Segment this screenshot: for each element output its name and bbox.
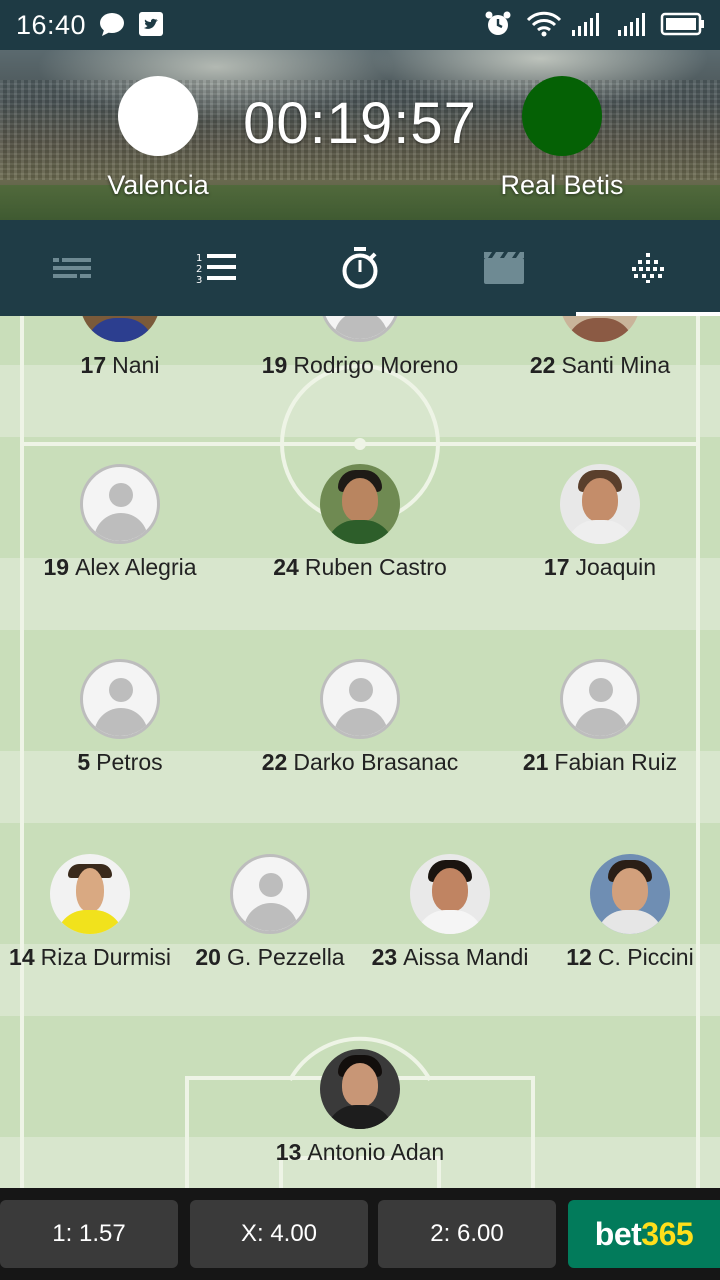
chat-bubble-icon: [100, 13, 124, 36]
player-card[interactable]: 22 Darko Brasanac: [240, 659, 480, 776]
stopwatch-icon: [342, 247, 378, 289]
svg-text:1: 1: [196, 253, 202, 264]
player-card[interactable]: 19 Alex Alegria: [0, 464, 240, 581]
svg-text:2: 2: [196, 264, 202, 275]
numbered-list-icon: 1 2 3: [196, 253, 236, 285]
player-photo: [410, 854, 490, 934]
status-bar: 16:40: [0, 0, 720, 50]
odds-home-button[interactable]: 1: 1.57: [0, 1200, 178, 1268]
player-card[interactable]: 12 C. Piccini: [510, 854, 720, 971]
player-card[interactable]: 17 Joaquin: [480, 464, 720, 581]
match-clock: 00:19:57: [243, 91, 477, 156]
status-time: 16:40: [16, 10, 87, 40]
away-team-name: Real Betis: [500, 170, 624, 200]
player-label: 19 Alex Alegria: [43, 554, 197, 580]
player-photo: [320, 464, 400, 544]
player-label: 17 Nani: [80, 352, 160, 378]
match-header: Valencia 00:19:57 Real Betis: [0, 50, 720, 220]
player-placeholder-avatar: [560, 659, 640, 739]
player-photo: [320, 1049, 400, 1129]
player-card[interactable]: 17 Nani: [0, 316, 240, 379]
battery-icon: [660, 12, 704, 36]
odds-away-button[interactable]: 2: 6.00: [378, 1200, 556, 1268]
player-photo: [560, 316, 640, 342]
player-label: 24 Ruben Castro: [273, 554, 447, 580]
svg-text:3: 3: [196, 275, 202, 285]
player-photo: [560, 464, 640, 544]
signal-icon: [618, 13, 645, 36]
twitter-icon: [139, 12, 163, 36]
bet365-logo[interactable]: bet 365: [568, 1200, 720, 1268]
player-label: 21 Fabian Ruiz: [522, 749, 678, 775]
alarm-icon: [485, 11, 511, 35]
tab-timeline[interactable]: [288, 220, 432, 316]
player-photo: [80, 316, 160, 342]
player-placeholder-avatar: [320, 659, 400, 739]
player-card[interactable]: 13 Antonio Adan: [240, 1049, 480, 1166]
tab-videos[interactable]: [432, 220, 576, 316]
player-card[interactable]: 21 Fabian Ruiz: [480, 659, 720, 776]
home-team-name: Valencia: [107, 170, 209, 200]
tab-bar: 1 2 3: [0, 220, 720, 316]
player-placeholder-avatar: [230, 854, 310, 934]
tab-commentary[interactable]: [0, 220, 144, 316]
player-label: 22 Santi Mina: [529, 352, 671, 378]
tab-lineups[interactable]: [576, 220, 720, 316]
player-placeholder-avatar: [80, 659, 160, 739]
player-photo: [590, 854, 670, 934]
video-icon: [484, 252, 524, 284]
odds-bar: 1: 1.57 X: 4.00 2: 6.00 bet 365: [0, 1188, 720, 1280]
player-label: 17 Joaquin: [543, 554, 657, 580]
wifi-icon: [526, 11, 562, 37]
player-label: 13 Antonio Adan: [275, 1139, 445, 1165]
signal-icon: [572, 13, 599, 36]
player-photo: [50, 854, 130, 934]
lineup-formation-icon: [632, 253, 664, 283]
player-label: 5 Petros: [77, 749, 163, 775]
away-team-badge[interactable]: [522, 76, 602, 156]
tab-standings[interactable]: 1 2 3: [144, 220, 288, 316]
player-label: 12 C. Piccini: [566, 944, 694, 970]
player-label: 22 Darko Brasanac: [261, 749, 459, 775]
player-placeholder-avatar: [320, 316, 400, 342]
player-card[interactable]: 19 Rodrigo Moreno: [240, 316, 480, 379]
commentary-icon: [53, 258, 91, 278]
odds-draw-button[interactable]: X: 4.00: [190, 1200, 368, 1268]
player-placeholder-avatar: [80, 464, 160, 544]
player-label: 19 Rodrigo Moreno: [261, 352, 459, 378]
player-card[interactable]: 22 Santi Mina: [480, 316, 720, 379]
lineup-pitch: 17 Nani 19 Rodrigo Moreno 22 Santi Mina 19 A…: [0, 316, 720, 1188]
home-team-badge[interactable]: [118, 76, 198, 156]
player-card[interactable]: 24 Ruben Castro: [240, 464, 480, 581]
player-card[interactable]: 5 Petros: [0, 659, 240, 776]
